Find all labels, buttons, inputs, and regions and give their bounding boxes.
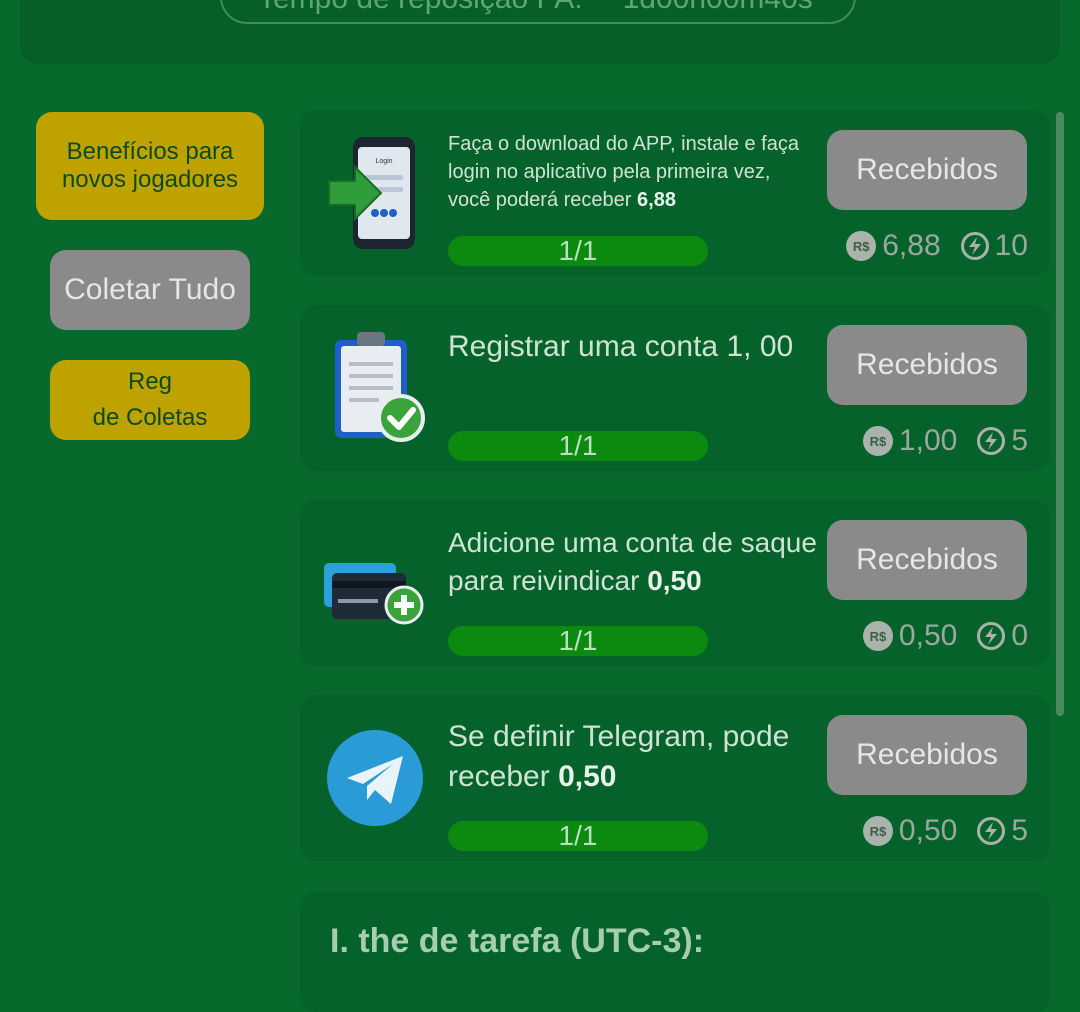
tab-new-player-benefits-label: Benefícios para novos jogadores: [61, 138, 239, 193]
task-card: Adicione uma conta de saque para reivind…: [300, 500, 1050, 666]
task-progress-bar: 1/1: [448, 625, 708, 656]
task-progress-text: 1/1: [558, 820, 598, 851]
currency-icon: R$: [846, 231, 877, 261]
phone-login-icon: Login: [322, 130, 428, 256]
task-description-text: Registrar uma conta 1,: [448, 330, 752, 363]
energy-icon: [977, 817, 1006, 845]
telegram-icon: [322, 715, 428, 841]
energy-amount: 0: [1011, 619, 1028, 652]
task-description-amount: 6,88: [637, 189, 676, 211]
collection-log-line1: Reg: [127, 368, 173, 395]
claim-button[interactable]: Recebidos: [827, 520, 1027, 600]
claim-button[interactable]: Recebidos: [827, 325, 1027, 405]
task-reward: R$ 6,88 10: [846, 228, 1028, 264]
task-schedule-card: I. the de tarefa (UTC-3):: [300, 892, 1050, 1012]
task-description-amount: 00: [759, 330, 794, 363]
clipboard-check-icon: [322, 325, 428, 451]
energy-amount: 10: [994, 229, 1028, 262]
task-schedule-title: I. the de tarefa (UTC-3):: [330, 922, 705, 960]
reward-amount: 0,50: [898, 814, 958, 847]
refill-timer: Tempo de reposição PA: 1d00h00m40s: [220, 0, 856, 24]
refill-value: 1d00h00m40s: [623, 0, 813, 16]
task-description: Faça o download do APP, instale e faça l…: [448, 130, 808, 214]
refill-label: Tempo de reposição PA:: [258, 0, 583, 16]
collection-log-label: Reg de Coletas: [93, 364, 208, 436]
collect-all-button[interactable]: Coletar Tudo: [50, 250, 250, 330]
task-description-amount: 0,50: [558, 760, 617, 793]
task-reward: R$ 1,00 5: [862, 423, 1028, 459]
energy-amount: 5: [1011, 424, 1028, 457]
claim-button[interactable]: Recebidos: [827, 715, 1027, 795]
task-description-amount: 0,50: [647, 565, 702, 596]
claim-button-label: Recebidos: [856, 348, 998, 381]
currency-icon: R$: [862, 426, 893, 456]
collect-all-label: Coletar Tudo: [64, 273, 236, 306]
task-progress-bar: 1/1: [448, 430, 708, 461]
task-progress-text: 1/1: [558, 235, 598, 266]
claim-button-label: Recebidos: [856, 543, 998, 576]
claim-button-label: Recebidos: [856, 738, 998, 771]
task-progress-bar: 1/1: [448, 820, 708, 851]
claim-button[interactable]: Recebidos: [827, 130, 1027, 210]
reward-amount: 1,00: [898, 424, 958, 457]
scrollbar[interactable]: [1056, 112, 1064, 716]
task-description-text: Faça o download do APP, instale e faça l…: [448, 133, 799, 211]
task-card: Se definir Telegram, pode receber 0,50 1…: [300, 695, 1050, 861]
svg-text:Login: Login: [375, 158, 392, 165]
tab-new-player-benefits[interactable]: Benefícios para novos jogadores: [36, 112, 264, 220]
energy-amount: 5: [1011, 814, 1028, 847]
task-reward: R$ 0,50 0: [862, 618, 1028, 654]
collection-log-button[interactable]: Reg de Coletas: [50, 360, 250, 440]
task-description: Adicione uma conta de saque para reivind…: [448, 524, 818, 600]
currency-icon: R$: [862, 816, 893, 846]
energy-icon: [960, 232, 989, 260]
bank-card-add-icon: [322, 520, 428, 646]
task-description-text: Se definir Telegram, pode receber: [448, 720, 790, 793]
task-description-text: Adicione uma conta de saque para reivind…: [448, 527, 817, 596]
task-card: Registrar uma conta 1, 00 1/1 Recebidos …: [300, 305, 1050, 471]
task-progress-text: 1/1: [558, 625, 598, 656]
currency-icon: R$: [862, 621, 893, 651]
energy-icon: [977, 622, 1006, 650]
task-description: Registrar uma conta 1, 00: [448, 327, 808, 367]
task-progress-text: 1/1: [558, 430, 598, 461]
task-progress-bar: 1/1: [448, 235, 708, 266]
claim-button-label: Recebidos: [856, 153, 998, 186]
reward-amount: 0,50: [898, 619, 958, 652]
task-description: Se definir Telegram, pode receber 0,50: [448, 717, 808, 797]
reward-amount: 6,88: [882, 229, 941, 262]
task-card: Login Faça o download do APP, instale e …: [300, 110, 1050, 276]
energy-icon: [977, 427, 1006, 455]
collection-log-line2: de Coletas: [92, 404, 208, 431]
task-reward: R$ 0,50 5: [862, 813, 1028, 849]
